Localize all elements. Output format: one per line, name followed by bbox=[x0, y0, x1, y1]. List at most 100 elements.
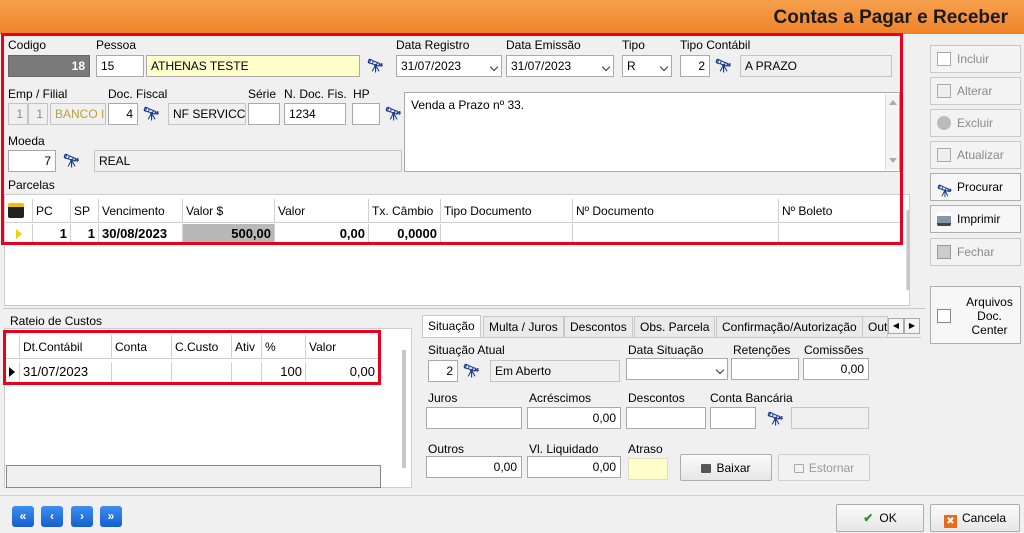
doc-fiscal-name-field: NF SERVICC bbox=[168, 103, 246, 125]
table-row[interactable]: 1 1 30/08/2023 500,00 0,00 0,0000 bbox=[5, 224, 903, 244]
parcelas-scrollbar[interactable] bbox=[906, 210, 910, 290]
binoculars-icon[interactable]: 🔭︎ bbox=[367, 58, 384, 74]
cell-pct[interactable]: 100 bbox=[262, 362, 306, 382]
first-record-icon[interactable]: « bbox=[12, 506, 34, 527]
descricao-textarea[interactable]: Venda a Prazo nº 33. bbox=[404, 92, 900, 172]
data-registro-picker[interactable]: 31/07/2023 bbox=[396, 55, 502, 77]
doc-fiscal-label: Doc. Fiscal bbox=[108, 87, 168, 101]
tab-confirmacao[interactable]: Confirmação/Autorização bbox=[716, 316, 863, 337]
pessoa-name-field[interactable]: ATHENAS TESTE bbox=[146, 55, 360, 77]
excluir-button[interactable]: Excluir bbox=[930, 109, 1021, 137]
pessoa-code-input[interactable]: 15 bbox=[96, 55, 144, 77]
binoculars-icon[interactable]: 🔭︎ bbox=[767, 411, 784, 427]
procurar-button[interactable]: 🔭︎ Procurar bbox=[930, 173, 1021, 201]
tab-situacao[interactable]: Situação bbox=[422, 315, 481, 337]
binoculars-icon[interactable]: 🔭︎ bbox=[385, 106, 402, 122]
col-pct[interactable]: % bbox=[262, 335, 306, 359]
data-situacao-picker[interactable] bbox=[626, 358, 728, 380]
pessoa-label: Pessoa bbox=[96, 38, 137, 52]
serie-input[interactable] bbox=[248, 103, 280, 125]
vl-liquidado-input[interactable]: 0,00 bbox=[527, 456, 621, 478]
incluir-button[interactable]: Incluir bbox=[930, 45, 1021, 73]
printer-icon[interactable] bbox=[5, 199, 33, 223]
cell-valor[interactable]: 0,00 bbox=[306, 362, 378, 382]
juros-input[interactable] bbox=[426, 407, 522, 429]
n-doc-fis-input[interactable]: 1234 bbox=[284, 103, 346, 125]
last-record-icon[interactable]: » bbox=[100, 506, 122, 527]
cell-n-documento[interactable] bbox=[573, 224, 779, 244]
situacao-code-input[interactable]: 2 bbox=[428, 360, 458, 382]
cell-sp[interactable]: 1 bbox=[71, 224, 99, 244]
cell-vencimento[interactable]: 30/08/2023 bbox=[99, 224, 183, 244]
fechar-button[interactable]: Fechar bbox=[930, 238, 1021, 266]
col-dt-contabil[interactable]: Dt.Contábil bbox=[20, 335, 112, 359]
data-emissao-picker[interactable]: 31/07/2023 bbox=[506, 55, 614, 77]
arquivos-label: Arquivos Doc. Center bbox=[966, 295, 1013, 337]
col-n-documento[interactable]: Nº Documento bbox=[573, 199, 779, 223]
moeda-code-input[interactable]: 7 bbox=[8, 150, 56, 172]
cell-valor[interactable]: 0,00 bbox=[275, 224, 369, 244]
binoculars-icon[interactable]: 🔭︎ bbox=[463, 363, 480, 379]
col-ativ[interactable]: Ativ bbox=[232, 335, 262, 359]
n-doc-fis-label: N. Doc. Fis. bbox=[284, 87, 347, 101]
doc-fiscal-code-input[interactable]: 4 bbox=[108, 103, 138, 125]
col-sp[interactable]: SP bbox=[71, 199, 99, 223]
cell-tipo-documento[interactable] bbox=[441, 224, 573, 244]
cell-n-boleto[interactable] bbox=[779, 224, 903, 244]
binoculars-icon[interactable]: 🔭︎ bbox=[143, 106, 160, 122]
cell-c-custo[interactable] bbox=[172, 362, 232, 382]
col-c-custo[interactable]: C.Custo bbox=[172, 335, 232, 359]
emp-filial-label: Emp / Filial bbox=[8, 87, 68, 101]
tipo-contabil-code-input[interactable]: 2 bbox=[680, 55, 710, 77]
binoculars-icon[interactable]: 🔭︎ bbox=[63, 153, 80, 169]
tab-outros[interactable]: Out bbox=[862, 316, 888, 337]
col-n-boleto[interactable]: Nº Boleto bbox=[779, 199, 903, 223]
ok-button[interactable]: ✔ OK bbox=[836, 504, 924, 532]
col-vencimento[interactable]: Vencimento bbox=[99, 199, 183, 223]
hp-input[interactable] bbox=[352, 103, 380, 125]
atualizar-button[interactable]: Atualizar bbox=[930, 141, 1021, 169]
cell-dt-contabil[interactable]: 31/07/2023 bbox=[20, 362, 112, 382]
cell-conta[interactable] bbox=[112, 362, 172, 382]
col-tx-cambio[interactable]: Tx. Câmbio bbox=[369, 199, 441, 223]
footer-divider bbox=[0, 495, 1024, 496]
cancelar-button[interactable]: ✖ Cancela bbox=[930, 504, 1020, 532]
descontos-input[interactable] bbox=[626, 407, 706, 429]
acrescimos-input[interactable]: 0,00 bbox=[527, 407, 621, 429]
col-valor[interactable]: Valor bbox=[275, 199, 369, 223]
col-valor-rs[interactable]: Valor $ bbox=[183, 199, 275, 223]
outros-input[interactable]: 0,00 bbox=[426, 456, 522, 478]
col-valor[interactable]: Valor bbox=[306, 335, 378, 359]
cell-valor-rs[interactable]: 500,00 bbox=[183, 224, 275, 244]
tab-multa-juros[interactable]: Multa / Juros bbox=[483, 316, 564, 337]
col-conta[interactable]: Conta bbox=[112, 335, 172, 359]
imprimir-button[interactable]: Imprimir bbox=[930, 205, 1021, 233]
col-tipo-documento[interactable]: Tipo Documento bbox=[441, 199, 573, 223]
tipo-select[interactable]: R bbox=[622, 55, 672, 77]
binoculars-icon[interactable]: 🔭︎ bbox=[715, 58, 732, 74]
previous-record-icon[interactable]: ‹ bbox=[41, 506, 63, 527]
arquivos-doc-center-button[interactable]: Arquivos Doc. Center bbox=[930, 286, 1021, 344]
rateio-scrollbar[interactable] bbox=[402, 350, 406, 468]
retencoes-input[interactable] bbox=[731, 358, 799, 380]
tab-scroll-left-icon[interactable]: ◀ bbox=[888, 318, 904, 334]
tab-scroll-right-icon[interactable]: ▶ bbox=[904, 318, 920, 334]
estornar-button[interactable]: Estornar bbox=[778, 454, 870, 481]
col-pc[interactable]: PC bbox=[33, 199, 71, 223]
cell-tx-cambio[interactable]: 0,0000 bbox=[369, 224, 441, 244]
cell-pc[interactable]: 1 bbox=[33, 224, 71, 244]
procurar-label: Procurar bbox=[957, 180, 1004, 194]
descricao-scrollbar[interactable] bbox=[885, 94, 899, 170]
conta-bancaria-name-field bbox=[791, 407, 869, 429]
alterar-button[interactable]: Alterar bbox=[930, 77, 1021, 105]
cell-ativ[interactable] bbox=[232, 362, 262, 382]
table-row[interactable]: 31/07/2023 100 0,00 bbox=[6, 362, 378, 384]
baixar-button[interactable]: Baixar bbox=[680, 454, 772, 481]
comissoes-input[interactable]: 0,00 bbox=[803, 358, 869, 380]
conta-bancaria-code-input[interactable] bbox=[710, 407, 756, 429]
tab-descontos[interactable]: Descontos bbox=[564, 316, 633, 337]
codigo-field[interactable]: 18 bbox=[8, 55, 90, 77]
tab-obs-parcela[interactable]: Obs. Parcela bbox=[634, 316, 716, 337]
codigo-label: Codigo bbox=[8, 38, 47, 52]
next-record-icon[interactable]: › bbox=[71, 506, 93, 527]
